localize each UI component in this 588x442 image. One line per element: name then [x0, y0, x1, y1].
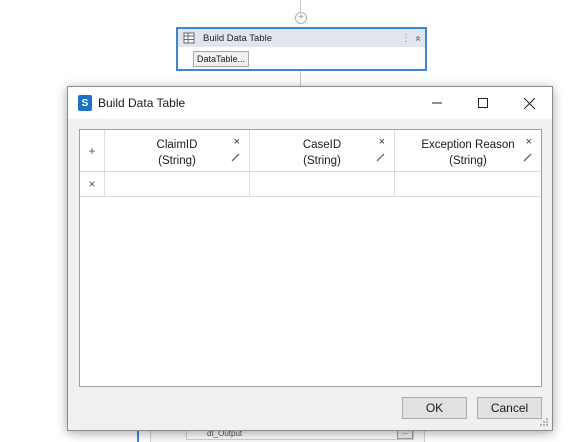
column-header-claimid[interactable]: ClaimID (String) ×: [105, 130, 250, 171]
remove-column-icon[interactable]: ×: [379, 136, 385, 148]
column-title: Exception Reason (String): [395, 137, 541, 169]
cancel-button[interactable]: Cancel: [477, 397, 542, 419]
app-icon: S: [78, 95, 92, 111]
column-name: CaseID: [302, 139, 342, 151]
table-row: ×: [80, 172, 541, 197]
column-title: ClaimID (String): [105, 137, 249, 169]
column-type: (String): [449, 155, 487, 167]
column-title: CaseID (String): [250, 137, 394, 169]
edit-column-icon[interactable]: [523, 153, 532, 162]
build-data-table-dialog: S Build Data Table + ClaimID (String) ×: [67, 86, 553, 431]
activity-menu-icon[interactable]: ⋮: [401, 33, 411, 44]
edit-column-icon[interactable]: [376, 153, 385, 162]
remove-column-icon[interactable]: ×: [234, 136, 240, 148]
minimize-icon[interactable]: [414, 87, 460, 119]
collapse-icon[interactable]: «: [413, 31, 424, 45]
connector-line-top: [300, 0, 301, 12]
build-data-table-activity[interactable]: Build Data Table ⋮ « DataTable...: [176, 27, 427, 71]
data-table-grid: + ClaimID (String) × CaseID (String) × E…: [79, 129, 542, 387]
add-activity-icon[interactable]: +: [295, 12, 307, 24]
column-header-caseid[interactable]: CaseID (String) ×: [250, 130, 395, 171]
column-header-exception-reason[interactable]: Exception Reason (String) ×: [395, 130, 541, 171]
edit-column-icon[interactable]: [231, 153, 240, 162]
grid-header: + ClaimID (String) × CaseID (String) × E…: [80, 130, 541, 172]
datatable-button[interactable]: DataTable...: [193, 51, 250, 67]
column-name: Exception Reason: [421, 139, 515, 151]
resize-grip-icon[interactable]: [539, 417, 549, 427]
maximize-icon[interactable]: [460, 87, 506, 119]
delete-row-icon[interactable]: ×: [80, 172, 105, 196]
column-name: ClaimID: [156, 139, 198, 151]
column-type: (String): [303, 155, 341, 167]
table-cell[interactable]: [250, 172, 395, 196]
dialog-title: Build Data Table: [98, 96, 186, 110]
table-cell[interactable]: [105, 172, 250, 196]
table-icon: [183, 32, 195, 44]
close-icon[interactable]: [506, 87, 552, 119]
activity-title: Build Data Table: [203, 32, 273, 44]
ok-button[interactable]: OK: [402, 397, 467, 419]
dialog-titlebar: S Build Data Table: [68, 87, 552, 119]
activity-header: Build Data Table ⋮ «: [178, 29, 425, 47]
add-column-button[interactable]: +: [80, 130, 105, 171]
connector-line: [300, 71, 301, 86]
table-cell[interactable]: [395, 172, 541, 196]
column-type: (String): [158, 155, 196, 167]
remove-column-icon[interactable]: ×: [526, 136, 532, 148]
